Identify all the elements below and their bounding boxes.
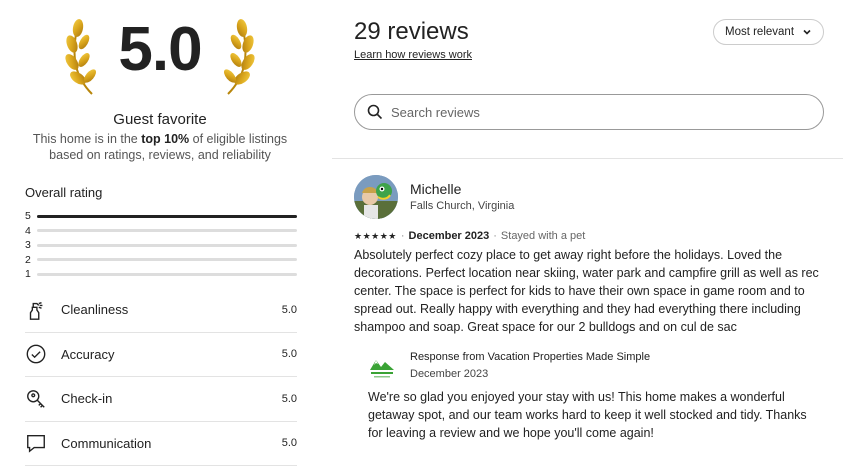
category-check-in: Check-in 5.0 bbox=[25, 377, 297, 422]
rating-histogram: 54 32 1 bbox=[25, 209, 297, 282]
response-title: Response from Vacation Properties Made S… bbox=[410, 351, 651, 363]
search-icon bbox=[367, 104, 383, 120]
histogram-row-1: 1 bbox=[25, 267, 297, 282]
check-circle-icon bbox=[25, 342, 61, 366]
histogram-row-3: 3 bbox=[25, 238, 297, 253]
spray-bottle-icon bbox=[25, 298, 61, 322]
category-ratings: Cleanliness 5.0 Accuracy 5.0 Check-in 5.… bbox=[25, 288, 297, 466]
histogram-star-label: 3 bbox=[25, 239, 31, 252]
guest-favorite-title: Guest favorite bbox=[113, 111, 207, 128]
divider bbox=[332, 158, 843, 159]
sort-dropdown[interactable]: Most relevant bbox=[713, 19, 824, 45]
reviewer-location: Falls Church, Virginia bbox=[410, 200, 515, 212]
stay-note: Stayed with a pet bbox=[500, 230, 586, 242]
meta-separator: · bbox=[400, 230, 405, 242]
reviews-count-heading: 29 reviews bbox=[354, 18, 469, 45]
histogram-track bbox=[37, 229, 297, 233]
search-reviews-field[interactable] bbox=[354, 94, 824, 130]
category-cleanliness: Cleanliness 5.0 bbox=[25, 288, 297, 333]
host-logo-icon bbox=[370, 360, 394, 378]
review-meta: ★★★★★ · December 2023 · Stayed with a pe… bbox=[354, 230, 585, 242]
histogram-row-5: 5 bbox=[25, 209, 297, 224]
reviewer-name: Michelle bbox=[410, 181, 462, 197]
reviews-panel: 29 reviews Learn how reviews work Most r… bbox=[332, 0, 843, 466]
histogram-row-4: 4 bbox=[25, 224, 297, 239]
category-communication: Communication 5.0 bbox=[25, 422, 297, 466]
rating-summary-panel: 5.0 Guest favorite This home is in the t… bbox=[0, 0, 320, 466]
histogram-fill bbox=[37, 214, 297, 218]
score-badge: 5.0 bbox=[60, 8, 260, 100]
histogram-track bbox=[37, 258, 297, 262]
response-text: We're so glad you enjoyed your stay with… bbox=[368, 390, 807, 440]
search-input[interactable] bbox=[391, 104, 811, 120]
guest-favorite-description: This home is in the top 10% of eligible … bbox=[32, 132, 288, 162]
histogram-star-label: 1 bbox=[25, 268, 31, 281]
star-rating: ★★★★★ bbox=[354, 230, 397, 241]
message-bubble-icon bbox=[25, 431, 61, 455]
key-icon bbox=[25, 387, 61, 411]
review-date: December 2023 bbox=[408, 230, 490, 242]
histogram-star-label: 4 bbox=[25, 224, 31, 237]
review-text: Absolutely perfect cozy place to get awa… bbox=[354, 248, 819, 334]
laurel-right-icon bbox=[224, 19, 255, 95]
response-date: December 2023 bbox=[410, 368, 489, 380]
histogram-track bbox=[37, 272, 297, 276]
histogram-star-label: 2 bbox=[25, 253, 31, 266]
histogram-track bbox=[37, 243, 297, 247]
meta-separator: · bbox=[493, 230, 497, 242]
learn-how-reviews-work-link[interactable]: Learn how reviews work bbox=[354, 49, 472, 61]
histogram-track bbox=[37, 214, 297, 218]
sort-label: Most relevant bbox=[724, 26, 795, 38]
histogram-row-2: 2 bbox=[25, 253, 297, 268]
reviewer-avatar[interactable] bbox=[354, 175, 398, 219]
histogram-star-label: 5 bbox=[25, 210, 31, 223]
overall-rating-label: Overall rating bbox=[25, 185, 103, 200]
chevron-down-icon bbox=[803, 29, 811, 35]
category-accuracy: Accuracy 5.0 bbox=[25, 333, 297, 377]
